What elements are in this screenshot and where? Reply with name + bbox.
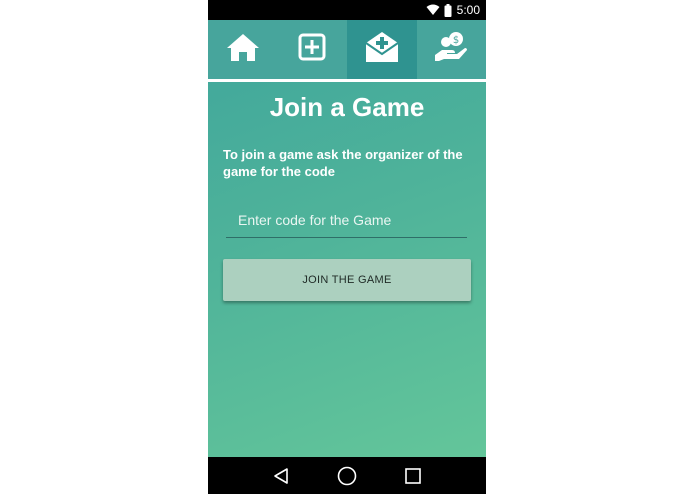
android-nav-bar <box>208 457 486 494</box>
status-time: 5:00 <box>456 3 480 17</box>
game-code-input[interactable] <box>226 202 467 238</box>
back-icon[interactable] <box>272 467 290 485</box>
hand-coins-icon: $ <box>434 31 468 68</box>
battery-icon <box>444 3 452 17</box>
wifi-icon <box>426 4 440 16</box>
tab-home[interactable] <box>208 20 278 79</box>
instructions-text: To join a game ask the organizer of the … <box>223 147 463 179</box>
svg-text:$: $ <box>453 35 459 46</box>
status-bar: 5:00 <box>208 0 486 20</box>
tab-join-game[interactable] <box>347 20 417 79</box>
page-title: Join a Game <box>269 92 425 122</box>
phone-screen: 5:00 $ Join a Game To join a game ask th… <box>208 0 486 494</box>
recents-icon[interactable] <box>404 467 422 485</box>
home-icon <box>226 32 260 67</box>
top-tab-bar: $ <box>208 20 486 79</box>
join-game-button[interactable]: JOIN THE GAME <box>223 259 471 301</box>
join-game-page: Join a Game To join a game ask the organ… <box>208 82 486 301</box>
tab-create-game[interactable] <box>278 20 348 79</box>
home-circle-icon[interactable] <box>337 466 357 486</box>
plus-square-icon <box>298 33 326 66</box>
envelope-plus-icon <box>365 31 399 68</box>
tab-donate[interactable]: $ <box>417 20 487 79</box>
